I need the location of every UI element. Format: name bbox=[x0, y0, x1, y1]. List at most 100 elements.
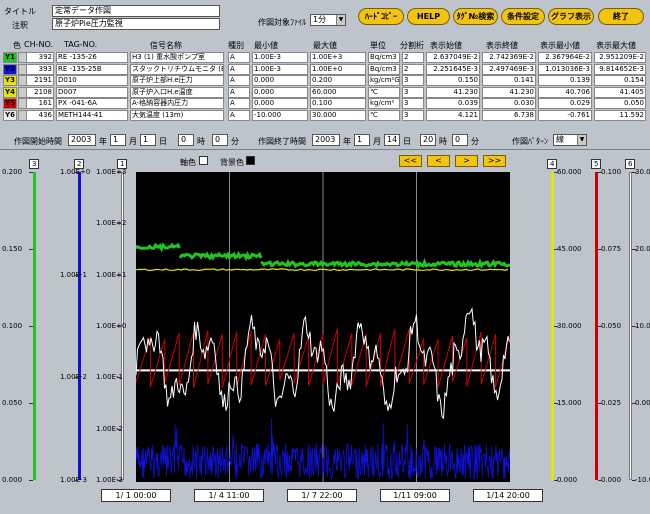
cell-end[interactable]: 41.230 bbox=[482, 86, 536, 98]
cell-tag[interactable]: METH144-41 bbox=[56, 110, 128, 121]
cell-unit[interactable]: kg/cm² bbox=[368, 98, 400, 110]
cell-type[interactable]: A bbox=[228, 63, 250, 75]
cell-start[interactable]: 0.150 bbox=[426, 75, 480, 87]
cell-dmax[interactable]: 0.050 bbox=[594, 98, 646, 110]
start-min-field[interactable]: 0 bbox=[212, 134, 228, 146]
cell-min[interactable]: 1.00E-3 bbox=[252, 63, 308, 75]
table-row[interactable]: Y3 2191 D010 原子炉上部H.e圧力 A 0.000 0.200 kg/cm²G 3 0… bbox=[3, 75, 647, 87]
cell-min[interactable]: 0.000 bbox=[252, 75, 308, 87]
conditions-button[interactable]: 条件設定 bbox=[501, 8, 545, 25]
bg-color-swatch[interactable] bbox=[246, 156, 255, 165]
cell-min[interactable]: 0.000 bbox=[252, 98, 308, 110]
cell-div[interactable]: 2 bbox=[402, 52, 424, 63]
cell-name[interactable]: 大気温度 (13m) bbox=[130, 110, 224, 121]
cell-tag[interactable]: D010 bbox=[56, 75, 128, 87]
row-color-id[interactable]: Y1 bbox=[3, 52, 17, 63]
cell-type[interactable]: A bbox=[228, 75, 250, 87]
cell-name[interactable]: 原子炉入口H.e温度 bbox=[130, 86, 224, 98]
row-color-id[interactable]: Y4 bbox=[3, 86, 17, 98]
cell-dmin[interactable]: 2.367964E-2 bbox=[538, 52, 592, 63]
cell-ch[interactable]: 161 bbox=[26, 98, 54, 110]
start-month-field[interactable]: 1 bbox=[110, 134, 126, 146]
cell-type[interactable]: A bbox=[228, 110, 250, 121]
cell-tag[interactable]: PX -041-6A bbox=[56, 98, 128, 110]
axis-color-swatch[interactable] bbox=[199, 156, 208, 165]
cell-ch[interactable]: 392 bbox=[26, 52, 54, 63]
cell-tag[interactable]: RE -135-25B bbox=[56, 63, 128, 75]
cell-max[interactable]: 1.00E+0 bbox=[310, 63, 366, 75]
cell-end[interactable]: 0.141 bbox=[482, 75, 536, 87]
last-page-button[interactable]: >> bbox=[483, 155, 506, 167]
show-graph-button[interactable]: グラフ表示 bbox=[548, 8, 594, 25]
help-button[interactable]: HELP bbox=[407, 8, 450, 25]
cell-tag[interactable]: D007 bbox=[56, 86, 128, 98]
hardcopy-button[interactable]: ﾊｰﾄﾞｺﾋﾟｰ bbox=[358, 8, 404, 25]
cell-max[interactable]: 1.00E+3 bbox=[310, 52, 366, 63]
cell-dmax[interactable]: 9.814652E-3 bbox=[594, 63, 646, 75]
row-color-id[interactable]: Y6 bbox=[3, 110, 17, 121]
end-day-field[interactable]: 14 bbox=[384, 134, 400, 146]
table-row[interactable]: Y4 2108 D007 原子炉入口H.e温度 A 0.000 60.000 ℃ 3 41.230… bbox=[3, 86, 647, 98]
cell-dmax[interactable]: 11.592 bbox=[594, 110, 646, 121]
end-month-field[interactable]: 1 bbox=[354, 134, 370, 146]
cell-dmin[interactable]: 1.013036E-3 bbox=[538, 63, 592, 75]
start-hour-field[interactable]: 0 bbox=[178, 134, 194, 146]
row-color-id[interactable]: Y3 bbox=[3, 75, 17, 87]
cell-div[interactable]: 3 bbox=[402, 75, 424, 87]
first-page-button[interactable]: << bbox=[399, 155, 422, 167]
start-day-field[interactable]: 1 bbox=[140, 134, 156, 146]
cell-unit[interactable]: Bq/cm3 bbox=[368, 63, 400, 75]
row-color-id[interactable]: Y2 bbox=[3, 63, 17, 75]
cell-dmin[interactable]: 40.706 bbox=[538, 86, 592, 98]
table-row[interactable]: Y2 393 RE -135-25B スタックトリチウムモニタ (B) A 1.00E-3… bbox=[3, 63, 647, 75]
cell-max[interactable]: 60.000 bbox=[310, 86, 366, 98]
cell-unit[interactable]: kg/cm²G bbox=[368, 75, 400, 87]
row-color-id[interactable]: Y5 bbox=[3, 98, 17, 110]
cell-max[interactable]: 0.200 bbox=[310, 75, 366, 87]
cell-unit[interactable]: Bq/cm3 bbox=[368, 52, 400, 63]
cell-max[interactable]: 0.100 bbox=[310, 98, 366, 110]
cell-max[interactable]: 30.000 bbox=[310, 110, 366, 121]
cell-min[interactable]: 0.000 bbox=[252, 86, 308, 98]
table-row[interactable]: Y1 392 RE -135-26 H3 (1) 重水酸ポンプ室 A 1.00E-3 1.0… bbox=[3, 52, 647, 63]
cell-unit[interactable]: ℃ bbox=[368, 86, 400, 98]
cell-name[interactable]: スタックトリチウムモニタ (B) bbox=[130, 63, 224, 75]
title-field[interactable]: 定常データ作図 bbox=[52, 5, 220, 17]
cell-type[interactable]: A bbox=[228, 52, 250, 63]
cell-min[interactable]: 1.00E-3 bbox=[252, 52, 308, 63]
cell-dmin[interactable]: 0.139 bbox=[538, 75, 592, 87]
cell-end[interactable]: 2.497469E-3 bbox=[482, 63, 536, 75]
pattern-select[interactable]: 線 ▼ bbox=[553, 134, 587, 146]
cell-div[interactable]: 3 bbox=[402, 86, 424, 98]
cell-name[interactable]: A-格納容器内圧力 bbox=[130, 98, 224, 110]
end-hour-field[interactable]: 20 bbox=[420, 134, 436, 146]
cell-end[interactable]: 6.738 bbox=[482, 110, 536, 121]
end-min-field[interactable]: 0 bbox=[452, 134, 468, 146]
cell-unit[interactable]: ℃ bbox=[368, 110, 400, 121]
next-page-button[interactable]: > bbox=[455, 155, 478, 167]
end-year-field[interactable]: 2003 bbox=[312, 134, 340, 146]
tag-search-button[interactable]: ﾀｸﾞ№検索 bbox=[453, 8, 498, 25]
cell-ch[interactable]: 2191 bbox=[26, 75, 54, 87]
cell-dmin[interactable]: 0.029 bbox=[538, 98, 592, 110]
table-row[interactable]: Y6 436 METH144-41 大気温度 (13m) A -10.000 30.000 ℃… bbox=[3, 110, 647, 121]
target-file-select[interactable]: 1分 ▼ bbox=[310, 14, 346, 26]
cell-start[interactable]: 41.230 bbox=[426, 86, 480, 98]
cell-dmin[interactable]: -0.761 bbox=[538, 110, 592, 121]
cell-name[interactable]: H3 (1) 重水酸ポンプ室 bbox=[130, 52, 224, 63]
cell-end[interactable]: 0.030 bbox=[482, 98, 536, 110]
cell-div[interactable]: 3 bbox=[402, 110, 424, 121]
note-field[interactable]: 原子炉Pie圧力監視 bbox=[52, 18, 220, 30]
cell-div[interactable]: 2 bbox=[402, 63, 424, 75]
cell-ch[interactable]: 436 bbox=[26, 110, 54, 121]
cell-start[interactable]: 2.251645E-3 bbox=[426, 63, 480, 75]
cell-dmax[interactable]: 0.154 bbox=[594, 75, 646, 87]
table-row[interactable]: Y5 161 PX -041-6A A-格納容器内圧力 A 0.000 0.100 kg/cm… bbox=[3, 98, 647, 110]
exit-button[interactable]: 終了 bbox=[598, 8, 644, 25]
cell-name[interactable]: 原子炉上部H.e圧力 bbox=[130, 75, 224, 87]
cell-ch[interactable]: 2108 bbox=[26, 86, 54, 98]
cell-start[interactable]: 4.121 bbox=[426, 110, 480, 121]
cell-start[interactable]: 0.039 bbox=[426, 98, 480, 110]
cell-dmax[interactable]: 41.405 bbox=[594, 86, 646, 98]
prev-page-button[interactable]: < bbox=[427, 155, 450, 167]
